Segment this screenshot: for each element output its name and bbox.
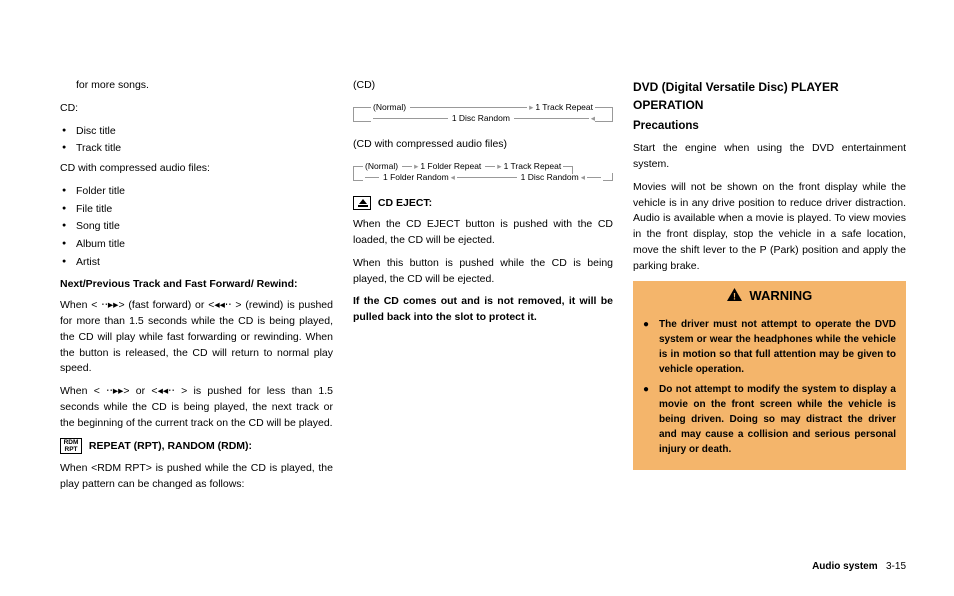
- page-content: for more songs. CD: Disc title Track tit…: [60, 78, 906, 548]
- warning-box: ! WARNING The driver must not attempt to…: [633, 281, 906, 469]
- footer-section: Audio system: [812, 561, 878, 572]
- rpt-paragraph: When <RDM RPT> is pushed while the CD is…: [60, 461, 333, 493]
- eject-para-1: When the CD EJECT button is pushed with …: [353, 217, 613, 249]
- cd-list: Disc title Track title: [60, 124, 333, 158]
- warning-item: The driver must not attempt to operate t…: [643, 317, 896, 377]
- svg-text:!: !: [733, 292, 736, 302]
- continuation-line: for more songs.: [60, 78, 333, 94]
- precautions-p1: Start the engine when using the DVD ente…: [633, 141, 906, 173]
- eject-heading: CD EJECT:: [353, 196, 613, 212]
- list-item: Folder title: [60, 184, 333, 200]
- cd-paren-label: (CD): [353, 78, 613, 94]
- eject-heading-text: CD EJECT:: [378, 197, 432, 209]
- list-item: Track title: [60, 141, 333, 157]
- list-item: Artist: [60, 255, 333, 271]
- eject-para-2: When this button is pushed while the CD …: [353, 256, 613, 288]
- play-pattern-diagram-cd: (Normal) ▸ 1 Track Repeat 1 Disc Random …: [353, 101, 613, 129]
- rpt-heading-text: REPEAT (RPT), RANDOM (RDM):: [89, 440, 252, 452]
- warning-body: The driver must not attempt to operate t…: [633, 313, 906, 470]
- column-2: (CD) (Normal) ▸ 1 Track Repeat 1 Disc Ra…: [353, 78, 613, 548]
- compressed-paren-label: (CD with compressed audio files): [353, 137, 613, 153]
- precautions-p2: Movies will not be shown on the front di…: [633, 180, 906, 275]
- column-1: for more songs. CD: Disc title Track tit…: [60, 78, 333, 548]
- play-pattern-diagram-compressed: (Normal) ▸ 1 Folder Repeat ▸ 1 Track Rep…: [353, 160, 613, 188]
- column-3: DVD (Digital Versatile Disc) PLAYER OPER…: [633, 78, 906, 548]
- rpt-rdm-heading: RDMRPT REPEAT (RPT), RANDOM (RDM):: [60, 438, 333, 455]
- track-paragraph: When < ⋅⋅▸▸> or <◂◂⋅⋅ > is pushed for le…: [60, 384, 333, 431]
- list-item: Song title: [60, 219, 333, 235]
- list-item: Disc title: [60, 124, 333, 140]
- compressed-list: Folder title File title Song title Album…: [60, 184, 333, 271]
- list-item: Album title: [60, 237, 333, 253]
- footer-page-number: 3-15: [886, 561, 906, 572]
- precautions-heading: Precautions: [633, 118, 906, 135]
- list-item: File title: [60, 202, 333, 218]
- ff-paragraph: When < ⋅⋅▸▸> (fast forward) or <◂◂⋅⋅ > (…: [60, 298, 333, 377]
- warning-title: ! WARNING: [633, 281, 906, 312]
- eject-icon: [353, 196, 371, 210]
- dvd-section-heading: DVD (Digital Versatile Disc) PLAYER OPER…: [633, 78, 906, 114]
- cd-label: CD:: [60, 101, 333, 117]
- warning-title-text: WARNING: [749, 288, 812, 303]
- rdm-rpt-icon: RDMRPT: [60, 438, 82, 454]
- warning-triangle-icon: !: [727, 287, 742, 307]
- next-prev-heading: Next/Previous Track and Fast Forward/ Re…: [60, 277, 333, 293]
- compressed-label: CD with compressed audio files:: [60, 161, 333, 177]
- page-footer: Audio system 3-15: [812, 559, 906, 574]
- warning-item: Do not attempt to modify the system to d…: [643, 382, 896, 457]
- eject-bold-note: If the CD comes out and is not removed, …: [353, 294, 613, 326]
